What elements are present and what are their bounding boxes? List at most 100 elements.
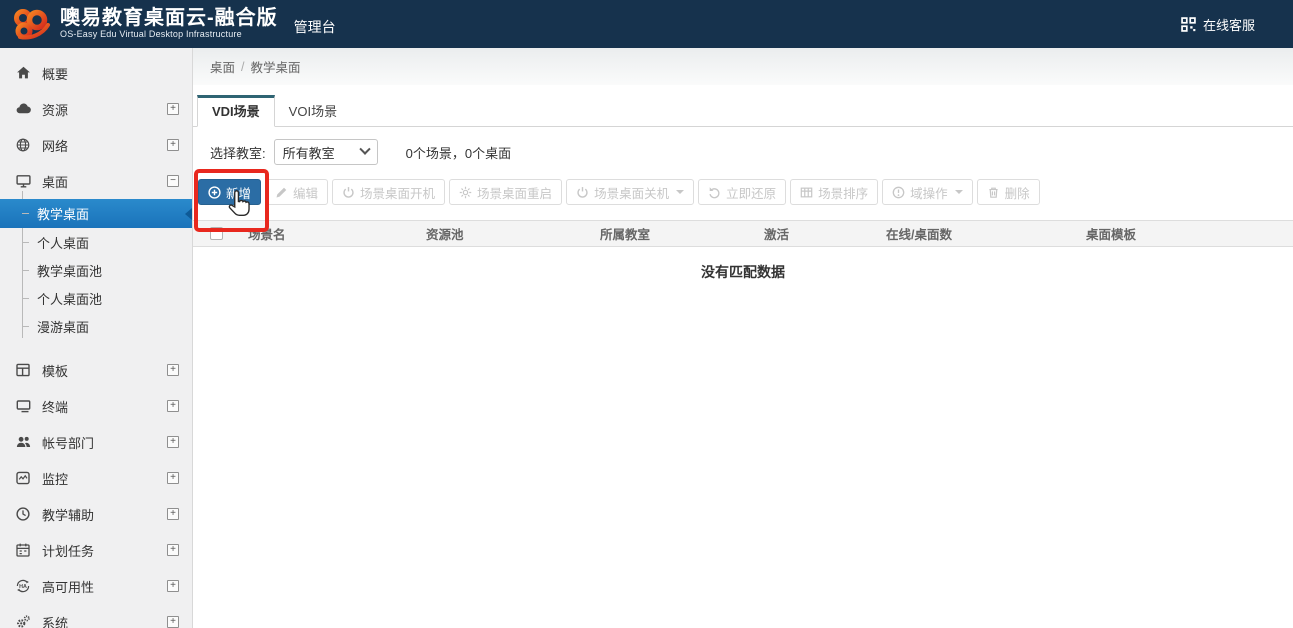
subitem-label: 漫游桌面 [37,319,90,335]
expand-plus-icon[interactable]: + [167,139,179,151]
restore-icon [708,186,721,199]
sidebar-subitem-teaching-desktop-pool[interactable]: 教学桌面池 [0,256,192,284]
sidebar-item-desktop[interactable]: 桌面 − [0,163,192,199]
sidebar-item-label: 概要 [42,66,69,82]
expand-plus-icon[interactable]: + [167,472,179,484]
restore-button-label: 立即还原 [726,186,777,201]
sort-button-label: 场景排序 [818,186,869,201]
expand-plus-icon[interactable]: + [167,400,179,412]
breadcrumb-separator: / [241,59,245,74]
sidebar-item-scheduled-tasks[interactable]: 计划任务 + [0,532,192,568]
expand-plus-icon[interactable]: + [167,580,179,592]
sidebar-item-template[interactable]: 模板 + [0,352,192,388]
expand-minus-icon[interactable]: − [167,175,179,187]
expand-plus-icon[interactable]: + [167,436,179,448]
sidebar-subitem-teaching-desktop[interactable]: 教学桌面 [0,199,192,228]
monitor-chart-icon [15,470,33,487]
sidebar-item-teaching-aid[interactable]: 教学辅助 + [0,496,192,532]
caret-down-icon [676,190,685,194]
sidebar-item-system[interactable]: 系统 + [0,604,192,628]
sidebar-item-label: 计划任务 [42,543,95,559]
grid-table-icon [800,186,813,199]
restore-now-button[interactable]: 立即还原 [698,179,787,205]
app-subtitle: OS-Easy Edu Virtual Desktop Infrastructu… [60,29,242,40]
users-icon [15,434,33,451]
sidebar-item-resources[interactable]: 资源 + [0,91,192,127]
sidebar-nav: 概要 资源 + 网络 + 桌面 − 教学桌面 个人桌面 教学桌面池 个人桌面池 … [0,48,193,628]
tab-voi-scene[interactable]: VOI场景 [275,96,351,126]
sidebar-item-network[interactable]: 网络 + [0,127,192,163]
scene-desktop-restart-button[interactable]: 场景桌面重启 [449,179,563,205]
select-all-checkbox[interactable] [210,227,223,240]
sidebar-item-monitoring[interactable]: 监控 + [0,460,192,496]
console-label: 管理台 [293,19,336,35]
cloud-icon [15,101,33,118]
col-online-desktop-count: 在线/桌面数 [886,228,952,242]
calendar-icon [15,542,33,559]
sidebar-subitem-personal-desktop[interactable]: 个人桌面 [0,228,192,256]
classroom-filter-label: 选择教室: [210,145,266,161]
expand-plus-icon[interactable]: + [167,544,179,556]
scene-desktop-shutdown-button[interactable]: 场景桌面关机 [566,179,695,205]
domain-actions-button[interactable]: 域操作 [882,179,973,205]
sidebar-item-label: 桌面 [42,174,69,190]
expand-plus-icon[interactable]: + [167,364,179,376]
select-all-cell [193,227,240,240]
sidebar-item-label: 资源 [42,102,69,118]
expand-plus-icon[interactable]: + [167,103,179,115]
add-button[interactable]: 新增 [198,179,262,205]
sidebar-item-label: 网络 [42,138,69,154]
main-content: 桌面 / 教学桌面 VDI场景 VOI场景 选择教室: 所有教室 0个场景，0个… [193,48,1293,628]
monitor-icon [15,173,33,190]
pencil-icon [275,186,288,199]
trash-icon [987,186,1000,199]
sidebar-item-terminal[interactable]: 终端 + [0,388,192,424]
qr-code-icon [1181,16,1196,32]
delete-button-label: 删除 [1004,186,1030,201]
scene-sort-button[interactable]: 场景排序 [790,179,879,205]
sidebar-subitem-personal-desktop-pool[interactable]: 个人桌面池 [0,284,192,312]
toolbar: 新增 编辑 场景桌面开机 场景桌面重启 场景桌面关机 立即还原 场景排序 域操作… [198,179,1293,205]
online-support[interactable]: 在线客服 [1181,15,1255,34]
sidebar-item-accounts[interactable]: 帐号部门 + [0,424,192,460]
breadcrumb: 桌面 / 教学桌面 [193,48,1293,85]
col-desktop-template: 桌面模板 [1086,228,1137,242]
sidebar-item-label: 模板 [42,363,69,379]
desktop-submenu: 教学桌面 个人桌面 教学桌面池 个人桌面池 漫游桌面 [0,191,192,340]
caret-down-icon [954,190,963,194]
sidebar-subitem-roaming-desktop[interactable]: 漫游桌面 [0,312,192,340]
breadcrumb-parent[interactable]: 桌面 [210,57,235,76]
home-icon [15,65,33,82]
classroom-select-value: 所有教室 [282,145,335,161]
ha-cycle-icon: HA [15,578,33,595]
svg-text:HA: HA [19,584,27,590]
classroom-select[interactable]: 所有教室 [273,139,378,165]
domain-button-label: 域操作 [910,186,948,201]
chevron-down-icon [358,143,371,155]
sidebar-item-overview[interactable]: 概要 [0,55,192,91]
subitem-label: 个人桌面池 [37,291,103,307]
classroom-filter-row: 选择教室: 所有教室 0个场景，0个桌面 [210,139,1293,165]
col-scene-name: 场景名 [248,228,286,242]
expand-plus-icon[interactable]: + [167,616,179,628]
clock-icon [15,506,33,523]
online-support-label: 在线客服 [1202,17,1255,33]
sidebar-item-high-availability[interactable]: HA 高可用性 + [0,568,192,604]
restart-button-label: 场景桌面重启 [477,186,553,201]
sidebar-item-label: 系统 [42,615,69,628]
power-on-icon [342,186,355,199]
breadcrumb-current: 教学桌面 [250,61,301,75]
scene-desktop-poweron-button[interactable]: 场景桌面开机 [332,179,446,205]
terminal-icon [15,398,33,415]
app-header: 噢易教育桌面云-融合版 OS-Easy Edu Virtual Desktop … [0,0,1293,48]
tab-vdi-scene[interactable]: VDI场景 [197,95,275,127]
scene-desktop-count: 0个场景，0个桌面 [405,145,512,161]
col-resource-pool: 资源池 [426,228,464,242]
empty-state-message: 没有匹配数据 [701,264,785,280]
delete-button[interactable]: 删除 [976,179,1040,205]
expand-plus-icon[interactable]: + [167,508,179,520]
poweron-button-label: 场景桌面开机 [360,186,436,201]
edit-button[interactable]: 编辑 [265,179,329,205]
sidebar-item-label: 帐号部门 [42,435,95,451]
edit-button-label: 编辑 [293,186,319,201]
